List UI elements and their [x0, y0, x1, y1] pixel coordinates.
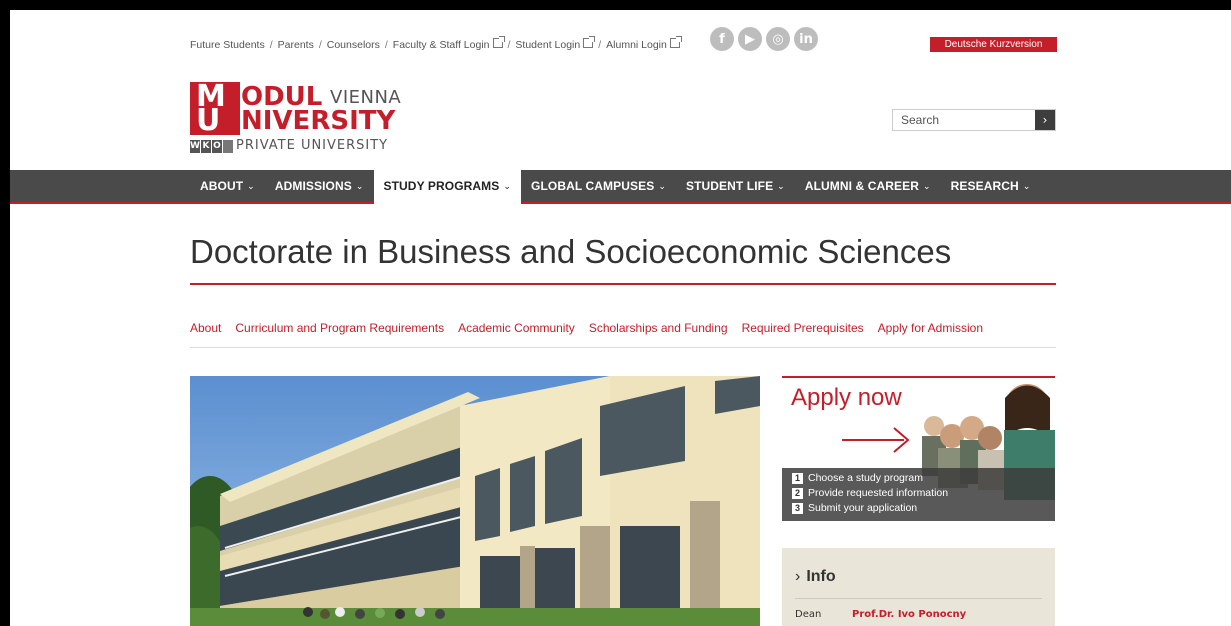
nav-item-label: STUDY PROGRAMS: [383, 179, 500, 193]
logo-niversity: NIVERSITY: [241, 106, 396, 136]
apply-step: 2 Provide requested information: [792, 487, 948, 499]
sub-nav-link[interactable]: Academic Community: [458, 321, 575, 347]
nav-item-label: STUDENT LIFE: [685, 179, 774, 193]
external-link-icon: [583, 36, 596, 48]
nav-item-label: ABOUT: [200, 179, 244, 193]
top-link-separator: /: [598, 39, 602, 51]
step-number: 2: [792, 488, 803, 499]
external-link-icon: [669, 36, 682, 48]
nav-item[interactable]: RESEARCH ⌄: [941, 170, 1041, 202]
campus-building-image: [190, 376, 760, 626]
title-divider: [190, 283, 1056, 285]
apply-steps: 1 Choose a study program 2 Provide requeste…: [782, 468, 1055, 521]
sub-nav-link[interactable]: Scholarships and Funding: [589, 321, 728, 347]
nav-item-label: RESEARCH: [950, 179, 1019, 193]
apply-step: 3 Submit your application: [792, 502, 917, 514]
chevron-down-icon: ⌄: [247, 181, 255, 191]
step-number: 3: [792, 503, 803, 514]
nav-item[interactable]: ABOUT ⌄: [190, 170, 265, 202]
info-divider: [795, 598, 1042, 599]
top-link[interactable]: Alumni Login: [606, 39, 667, 51]
german-version-link[interactable]: Deutsche Kurzversion: [930, 37, 1057, 52]
step-text: Submit your application: [808, 502, 918, 514]
search-box: ›: [892, 109, 1056, 131]
main-navigation: ABOUT ⌄ ADMISSIONS ⌄ STUDY PROGRAMS ⌄ GLOBAL C…: [10, 170, 1231, 204]
chevron-down-icon: ⌄: [1022, 181, 1031, 191]
info-key-dean: Dean: [795, 609, 822, 620]
step-text: Provide requested information: [808, 487, 949, 499]
facebook-icon[interactable]: f: [710, 27, 734, 51]
top-link-separator: /: [384, 39, 388, 51]
logo-letter-u: U: [196, 103, 221, 138]
university-logo[interactable]: M U ODUL VIENNA NIVERSITY W K O PRIVATE …: [190, 82, 430, 160]
top-link[interactable]: Future Students: [190, 39, 265, 51]
top-link[interactable]: Student Login: [515, 39, 580, 51]
chevron-right-icon: ›: [795, 568, 801, 585]
apply-now-heading: Apply now: [791, 384, 902, 411]
top-link[interactable]: Parents: [278, 39, 314, 51]
sub-nav-link[interactable]: About: [190, 321, 221, 347]
sub-nav-link[interactable]: Apply for Admission: [878, 321, 983, 347]
info-heading[interactable]: › Info: [795, 568, 836, 586]
browser-viewport: Future Students / Parents / Counselors / Facul…: [10, 10, 1231, 626]
nav-item[interactable]: ALUMNI & CAREER ⌄: [795, 170, 941, 202]
top-link-separator: /: [318, 39, 322, 51]
program-sub-navigation: About Curriculum and Program Requirements…: [190, 321, 1056, 348]
top-link-separator: /: [507, 39, 511, 51]
instagram-icon[interactable]: ◎: [766, 27, 790, 51]
logo-mu-block: M U: [190, 82, 240, 138]
sub-nav-link[interactable]: Curriculum and Program Requirements: [235, 321, 444, 347]
step-number: 1: [792, 473, 803, 484]
chevron-down-icon: ⌄: [355, 181, 364, 191]
wko-letter-w: W: [190, 140, 200, 153]
chevron-down-icon: ⌄: [503, 181, 512, 191]
step-text: Choose a study program: [808, 472, 923, 484]
apply-now-banner[interactable]: Apply now 1 Choose a study program 2 Provid…: [782, 376, 1055, 521]
chevron-down-icon: ⌄: [777, 181, 785, 191]
info-heading-label: Info: [806, 568, 836, 585]
wko-bar: [223, 140, 233, 153]
top-links: Future Students / Parents / Counselors / Facul…: [190, 36, 682, 51]
social-links: f ▶ ◎ in: [710, 27, 818, 51]
logo-vienna: VIENNA: [330, 87, 402, 108]
wko-letter-o: O: [212, 140, 222, 153]
nav-item[interactable]: STUDY PROGRAMS ⌄: [373, 170, 522, 204]
wko-logo: W K O: [190, 140, 233, 153]
sub-nav-link[interactable]: Required Prerequisites: [742, 321, 864, 347]
nav-item-label: GLOBAL CAMPUSES: [531, 179, 655, 193]
info-value-dean[interactable]: Prof.Dr. Ivo Ponocny: [852, 609, 966, 620]
page-title: Doctorate in Business and Socioeconomic …: [190, 233, 952, 270]
nav-item[interactable]: STUDENT LIFE ⌄: [676, 170, 795, 202]
apply-step: 1 Choose a study program: [792, 472, 923, 484]
youtube-icon[interactable]: ▶: [738, 27, 762, 51]
campus-building-illustration: [190, 376, 760, 626]
linkedin-icon[interactable]: in: [794, 27, 818, 51]
info-box: › Info Dean Prof.Dr. Ivo Ponocny: [782, 548, 1055, 626]
logo-private-university: PRIVATE UNIVERSITY: [236, 138, 389, 153]
top-link[interactable]: Counselors: [327, 39, 380, 51]
search-input[interactable]: [893, 110, 1035, 130]
chevron-down-icon: ⌄: [658, 181, 666, 191]
external-link-icon: [492, 36, 505, 48]
nav-item[interactable]: ADMISSIONS ⌄: [265, 170, 374, 202]
nav-item-label: ALUMNI & CAREER: [804, 179, 919, 193]
nav-item[interactable]: GLOBAL CAMPUSES ⌄: [521, 170, 676, 202]
nav-item-label: ADMISSIONS: [274, 179, 352, 193]
search-submit-button[interactable]: ›: [1035, 110, 1055, 130]
wko-letter-k: K: [201, 140, 211, 153]
chevron-down-icon: ⌄: [923, 181, 931, 191]
top-link-separator: /: [269, 39, 273, 51]
top-link[interactable]: Faculty & Staff Login: [393, 39, 490, 51]
